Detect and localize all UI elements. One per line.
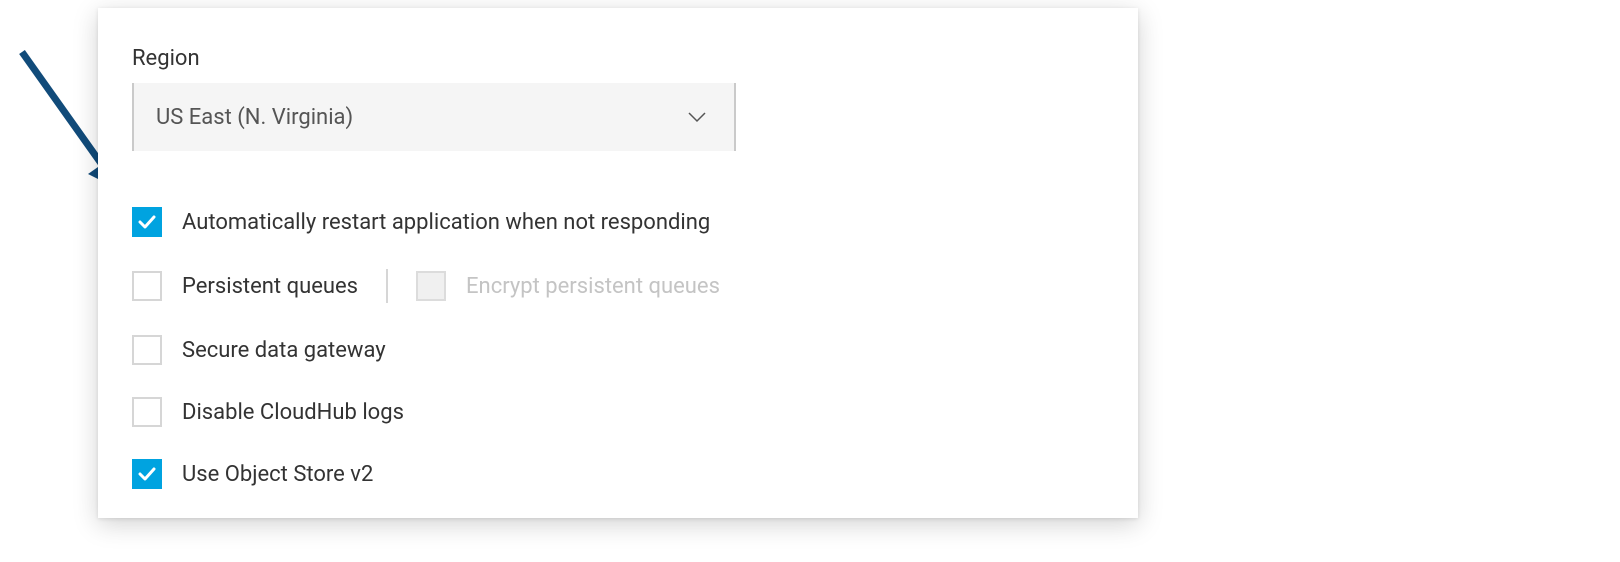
separator [386, 269, 388, 303]
region-label: Region [132, 46, 1104, 71]
checkbox-auto-restart[interactable] [132, 207, 162, 237]
option-use-object-store-v2: Use Object Store v2 [132, 459, 1104, 489]
label-encrypt-persistent-queues: Encrypt persistent queues [466, 274, 720, 299]
option-persistent-queues-row: Persistent queues Encrypt persistent que… [132, 269, 1104, 303]
check-icon [138, 215, 156, 229]
option-disable-cloudhub-logs: Disable CloudHub logs [132, 397, 1104, 427]
label-secure-data-gateway: Secure data gateway [182, 338, 386, 363]
region-select[interactable]: US East (N. Virginia) [132, 83, 736, 151]
settings-panel: Region US East (N. Virginia) Automatical… [98, 8, 1138, 518]
region-select-value: US East (N. Virginia) [156, 105, 353, 130]
checkbox-encrypt-persistent-queues [416, 271, 446, 301]
checkbox-secure-data-gateway[interactable] [132, 335, 162, 365]
option-secure-data-gateway: Secure data gateway [132, 335, 1104, 365]
chevron-down-icon [688, 112, 706, 123]
checkbox-persistent-queues[interactable] [132, 271, 162, 301]
label-disable-cloudhub-logs: Disable CloudHub logs [182, 400, 404, 425]
checkbox-use-object-store-v2[interactable] [132, 459, 162, 489]
label-use-object-store-v2: Use Object Store v2 [182, 462, 373, 487]
options-list: Automatically restart application when n… [132, 207, 1104, 489]
label-auto-restart: Automatically restart application when n… [182, 210, 710, 235]
label-persistent-queues: Persistent queues [182, 274, 358, 299]
option-auto-restart: Automatically restart application when n… [132, 207, 1104, 237]
check-icon [138, 467, 156, 481]
checkbox-disable-cloudhub-logs[interactable] [132, 397, 162, 427]
